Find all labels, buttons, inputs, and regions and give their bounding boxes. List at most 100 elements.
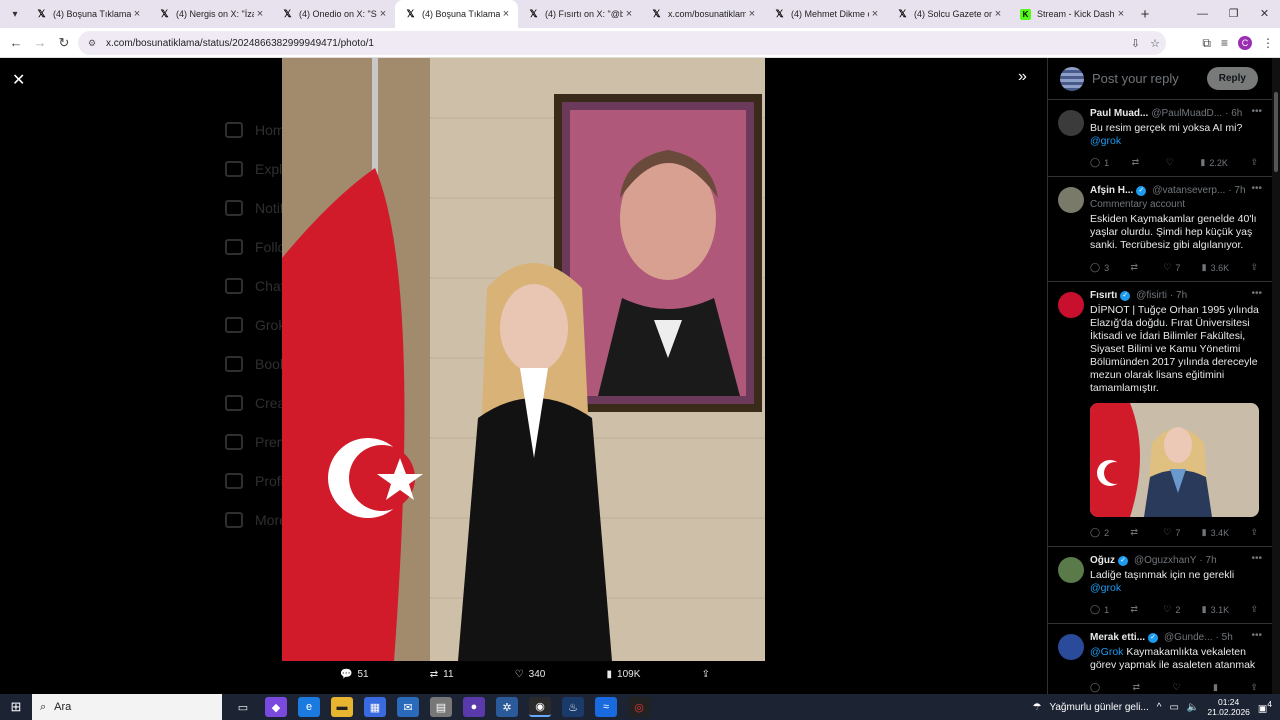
close-tab-icon[interactable]: × <box>1115 8 1127 20</box>
more-options-icon[interactable]: ••• <box>1251 183 1262 194</box>
reply-button[interactable]: Reply <box>1206 67 1258 90</box>
clock[interactable]: 01:24 21.02.2026 <box>1207 697 1250 717</box>
share-action[interactable]: ⇪ <box>1250 262 1258 273</box>
edge-icon[interactable]: e <box>298 697 320 717</box>
reply-tweet[interactable]: Paul Muad... @PaulMuadD... · 6h ••• Bu resim… <box>1048 100 1272 177</box>
chrome-icon[interactable]: ◉ <box>529 697 551 717</box>
reply-tweet[interactable]: Afşin H... ✓ @vatanseverp... · 7h ••• Comment… <box>1048 177 1272 282</box>
author-handle[interactable]: @PaulMuadD... <box>1151 108 1222 119</box>
close-tab-icon[interactable]: × <box>254 8 266 20</box>
avatar[interactable] <box>1058 557 1084 583</box>
taskbar-search[interactable]: ⌕ Ara <box>32 694 222 720</box>
new-tab-button[interactable]: + <box>1133 6 1157 23</box>
reply-tweet[interactable]: Oğuz ✓ @OguzxhanY · 7h ••• Ladiğe taşınmak iç… <box>1048 547 1272 624</box>
close-tab-icon[interactable]: × <box>869 8 881 20</box>
scrollbar-thumb[interactable] <box>1274 92 1278 172</box>
reload-icon[interactable]: ↻ <box>52 35 76 51</box>
tray-overflow-icon[interactable]: ^ <box>1157 702 1162 713</box>
close-tab-icon[interactable]: × <box>746 8 758 20</box>
install-icon[interactable]: ⇩ <box>1131 37 1140 50</box>
browser-tab[interactable]: 𝕏 (4) Boşuna Tıklama (@× <box>26 0 149 28</box>
tweet-time[interactable]: · 7h <box>1170 290 1187 301</box>
obs-icon[interactable]: ● <box>463 697 485 717</box>
tweet-time[interactable]: · 5h <box>1216 632 1233 643</box>
tab-search-icon[interactable]: ▾ <box>4 3 26 25</box>
reply-action[interactable]: ◯ 1 <box>1090 157 1109 168</box>
avatar[interactable] <box>1058 187 1084 213</box>
reply-tweet[interactable]: Merak etti... ✓ @Gunde... · 5h ••• @Grok Kaym… <box>1048 624 1272 694</box>
like-action[interactable]: ♡ <box>1166 157 1178 168</box>
share-action[interactable]: ⇪ <box>1250 682 1258 693</box>
views-action[interactable]: ▮ 109K <box>607 669 641 680</box>
repost-action[interactable]: ⇄ <box>1133 682 1145 693</box>
author-name[interactable]: Oğuz <box>1090 555 1115 566</box>
reply-action[interactable]: ◯ 1 <box>1090 604 1109 615</box>
steam-icon[interactable]: ♨ <box>562 697 584 717</box>
author-handle[interactable]: @fisirti <box>1136 290 1167 301</box>
more-options-icon[interactable]: ••• <box>1251 288 1262 299</box>
reply-input[interactable]: Post your reply <box>1092 71 1207 86</box>
tweet-photo[interactable] <box>282 58 765 661</box>
share-action[interactable]: ⇪ <box>1250 527 1258 538</box>
share-action[interactable]: ⇪ <box>702 669 710 680</box>
settings-icon[interactable]: ✲ <box>496 697 518 717</box>
back-icon[interactable]: ← <box>4 35 28 50</box>
bookmark-star-icon[interactable]: ☆ <box>1150 37 1160 50</box>
profile-avatar[interactable]: C <box>1238 36 1252 50</box>
volume-icon[interactable]: 🔈 <box>1187 702 1199 713</box>
browser-tab[interactable]: K Stream - Kick Dashbo× <box>1010 0 1133 28</box>
browser-tab[interactable]: 𝕏x.com/bosunatiklama × <box>641 0 764 28</box>
close-tab-icon[interactable]: × <box>500 8 512 20</box>
tweet-image[interactable] <box>1090 403 1259 517</box>
browser-tab[interactable]: 𝕏 (4) Solcu Gazete on X× <box>887 0 1010 28</box>
like-action[interactable]: ♡ 7 <box>1163 527 1180 538</box>
more-options-icon[interactable]: ••• <box>1251 106 1262 117</box>
views-action[interactable]: ▮ 2.2K <box>1200 157 1227 168</box>
browser-tab[interactable]: 𝕏 (4) Onedio on X: "Sos× <box>272 0 395 28</box>
browser-tab[interactable]: 𝕏 (4) Boşuna Tıklama on× <box>395 0 518 28</box>
scrollbar[interactable] <box>1272 58 1280 694</box>
reply-tweet[interactable]: Fısırtı ✓ @fisirti · 7h ••• DİPNOT | Tuğçe Or… <box>1048 282 1272 547</box>
browser-tab[interactable]: 𝕏 (4) Fısırtı on X: "@bo × <box>518 0 641 28</box>
author-name[interactable]: Afşin H... <box>1090 185 1133 196</box>
repost-action[interactable]: ⇄ <box>1130 262 1142 273</box>
media-icon[interactable]: ≡ <box>1221 36 1228 50</box>
network-icon[interactable]: ▭ <box>1169 702 1178 713</box>
browser-tab[interactable]: 𝕏 (4) Mehmet Dikme on × <box>764 0 887 28</box>
restore-icon[interactable]: ❐ <box>1218 0 1249 28</box>
share-action[interactable]: ⇪ <box>1250 157 1258 168</box>
address-bar[interactable]: ⚙ x.com/bosunatiklama/status/20248663829… <box>78 31 1166 55</box>
app-icon[interactable]: ▤ <box>430 697 452 717</box>
extensions-icon[interactable]: ⧉ <box>1202 36 1211 51</box>
like-action[interactable]: ♡ 340 <box>515 669 546 680</box>
weather-text[interactable]: Yağmurlu günler geli... <box>1049 702 1148 713</box>
recorder-icon[interactable]: ◎ <box>628 697 650 717</box>
mail-icon[interactable]: ✉ <box>397 697 419 717</box>
reply-action[interactable]: 💬 51 <box>340 669 369 680</box>
close-tab-icon[interactable]: × <box>623 8 635 20</box>
like-action[interactable]: ♡ 2 <box>1163 604 1180 615</box>
close-window-icon[interactable]: ✕ <box>1249 0 1280 28</box>
browser-tab[interactable]: 𝕏 (4) Nergis on X: "İzah × <box>149 0 272 28</box>
like-action[interactable]: ♡ 7 <box>1163 262 1180 273</box>
avatar[interactable] <box>1058 110 1084 136</box>
author-handle[interactable]: @OguzxhanY <box>1134 555 1196 566</box>
minimize-icon[interactable]: — <box>1187 0 1218 28</box>
views-action[interactable]: ▮ 3.4K <box>1202 527 1229 538</box>
views-action[interactable]: ▮ 3.6K <box>1202 262 1229 273</box>
tweet-time[interactable]: · 7h <box>1199 555 1216 566</box>
notification-icon[interactable]: ▣4 <box>1258 699 1272 714</box>
more-options-icon[interactable]: ••• <box>1251 553 1262 564</box>
repost-action[interactable]: ⇄ <box>1130 527 1142 538</box>
close-icon[interactable]: ✕ <box>12 70 25 90</box>
collapse-panel-icon[interactable]: » <box>1018 68 1027 86</box>
mention-link[interactable]: @grok <box>1090 135 1260 147</box>
avatar[interactable] <box>1058 634 1084 660</box>
task-view-icon[interactable]: ▭ <box>232 697 254 717</box>
file-explorer-icon[interactable]: ▬ <box>331 697 353 717</box>
site-info-icon[interactable]: ⚙ <box>88 38 102 49</box>
views-action[interactable]: ▮ 3.1K <box>1202 604 1229 615</box>
reply-action[interactable]: ◯ <box>1090 682 1104 693</box>
menu-kebab-icon[interactable]: ⋮ <box>1262 36 1274 50</box>
tweet-time[interactable]: · 7h <box>1228 185 1245 196</box>
